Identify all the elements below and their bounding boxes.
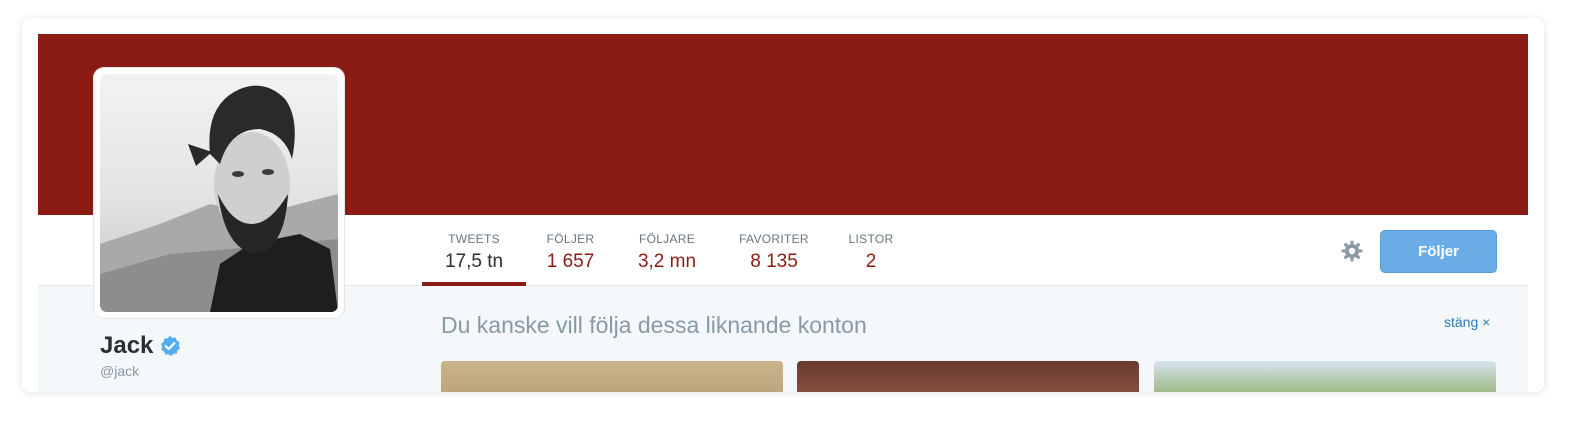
- stat-label: FAVORITER: [739, 232, 809, 246]
- profile-name-row: Jack: [100, 332, 181, 360]
- stat-value: 1 657: [546, 251, 595, 272]
- stat-value: 2: [865, 251, 877, 272]
- profile-card: TWEETS 17,5 tn FÖLJER 1 657 FÖLJARE 3,2 …: [22, 18, 1544, 392]
- stat-value: 3,2 mn: [637, 251, 697, 272]
- stat-tab-tweets[interactable]: TWEETS 17,5 tn: [422, 215, 526, 286]
- following-button[interactable]: Följer: [1380, 230, 1497, 273]
- avatar-portrait-image: [100, 85, 338, 312]
- profile-name: Jack: [100, 332, 154, 359]
- profile-stats-nav: TWEETS 17,5 tn FÖLJER 1 657 FÖLJARE 3,2 …: [422, 215, 913, 286]
- suggestions-heading: Du kanske vill följa dessa liknande kont…: [441, 312, 867, 338]
- stat-tab-followers[interactable]: FÖLJARE 3,2 mn: [615, 215, 719, 285]
- suggested-account-card[interactable]: [441, 361, 783, 392]
- stat-value: 8 135: [750, 251, 798, 272]
- suggested-account-card[interactable]: [797, 361, 1139, 392]
- suggested-account-card[interactable]: [1154, 361, 1496, 392]
- verified-badge-icon: [159, 335, 181, 357]
- gear-icon[interactable]: [1340, 239, 1364, 263]
- stat-label: FÖLJER: [546, 232, 595, 246]
- stat-label: TWEETS: [448, 232, 500, 246]
- stat-tab-following[interactable]: FÖLJER 1 657: [526, 215, 615, 285]
- stat-tab-lists[interactable]: LISTOR 2: [829, 215, 913, 285]
- profile-avatar[interactable]: [94, 68, 344, 318]
- stat-value: 17,5 tn: [444, 251, 504, 272]
- stat-tab-favorites[interactable]: FAVORITER 8 135: [719, 215, 829, 285]
- stat-label: LISTOR: [848, 232, 894, 246]
- avatar-photo: [100, 74, 338, 312]
- close-suggestions-link[interactable]: stäng ×: [1444, 314, 1490, 330]
- profile-handle[interactable]: @jack: [100, 363, 139, 379]
- stat-label: FÖLJARE: [638, 232, 696, 246]
